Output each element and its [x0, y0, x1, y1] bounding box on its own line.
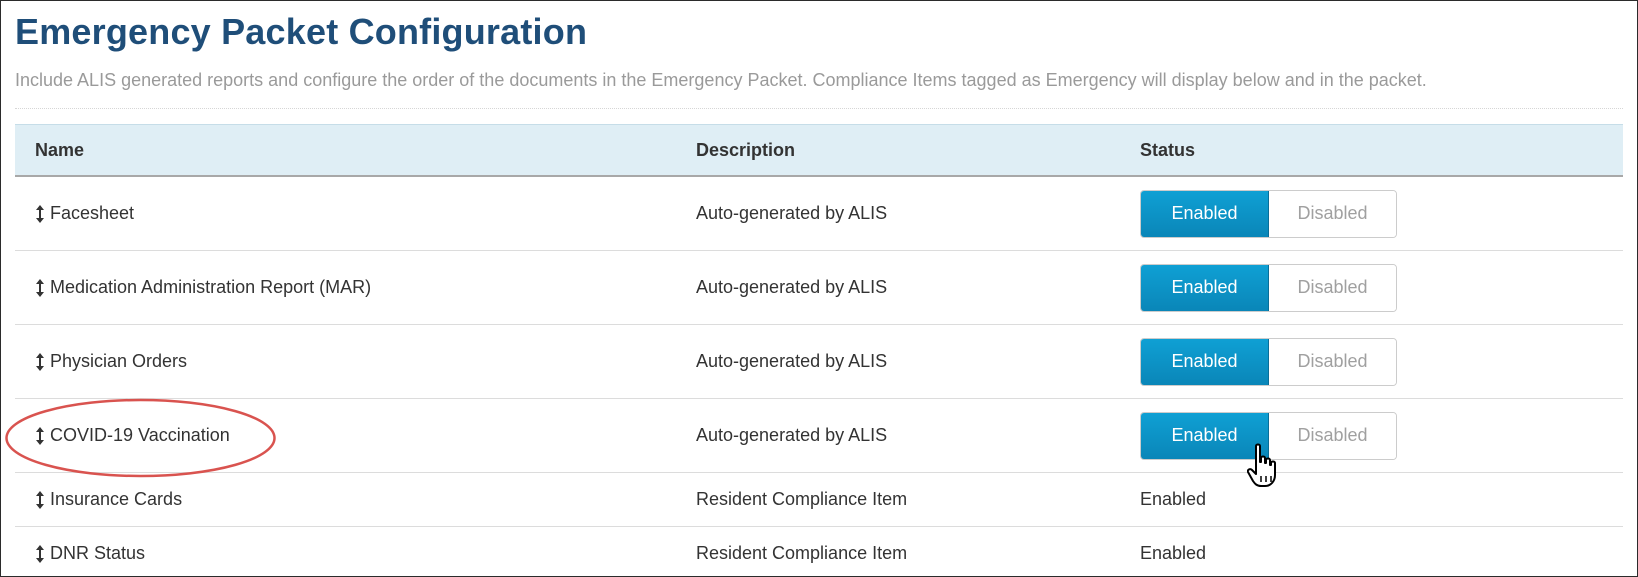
row-name-cell: COVID-19 Vaccination: [35, 399, 230, 472]
row-status-cell: Enabled Disabled: [1140, 399, 1397, 472]
row-status-cell: Enabled Disabled: [1140, 325, 1397, 398]
disabled-button[interactable]: Disabled: [1269, 190, 1396, 237]
table-row: Physician Orders Auto-generated by ALIS …: [15, 325, 1623, 399]
enabled-button[interactable]: Enabled: [1141, 412, 1269, 459]
row-name: Physician Orders: [50, 351, 188, 371]
row-description: Auto-generated by ALIS: [696, 203, 888, 223]
vertical-arrows-icon[interactable]: [35, 490, 45, 510]
table-row: COVID-19 Vaccination Auto-generated by A…: [15, 399, 1623, 473]
row-name: COVID-19 Vaccination: [50, 425, 230, 445]
disabled-button[interactable]: Disabled: [1269, 264, 1396, 311]
table-header: Name Description Status: [15, 124, 1623, 177]
page-subtitle: Include ALIS generated reports and confi…: [15, 70, 1427, 90]
row-status-cell: Enabled Disabled: [1140, 251, 1397, 324]
vertical-arrows-icon[interactable]: [35, 352, 45, 372]
disabled-button[interactable]: Disabled: [1269, 412, 1396, 459]
enabled-button[interactable]: Enabled: [1141, 264, 1269, 311]
status-toggle: Enabled Disabled: [1140, 189, 1397, 238]
row-name-cell: Facesheet: [35, 177, 134, 250]
row-name: DNR Status: [50, 543, 146, 563]
enabled-button[interactable]: Enabled: [1141, 338, 1269, 385]
table-row: Insurance Cards Resident Compliance Item…: [15, 473, 1623, 527]
vertical-arrows-icon[interactable]: [35, 204, 45, 224]
row-description: Resident Compliance Item: [696, 543, 908, 563]
row-description: Auto-generated by ALIS: [696, 425, 888, 445]
status-toggle: Enabled Disabled: [1140, 411, 1397, 460]
row-name-cell: Medication Administration Report (MAR): [35, 251, 371, 324]
status-toggle: Enabled Disabled: [1140, 337, 1397, 386]
table-row: DNR Status Resident Compliance Item Enab…: [15, 527, 1623, 576]
divider: [15, 108, 1623, 109]
row-name: Medication Administration Report (MAR): [50, 277, 372, 297]
table-row: Facesheet Auto-generated by ALIS Enabled…: [15, 177, 1623, 251]
column-header-name[interactable]: Name: [35, 125, 84, 176]
emergency-packet-table: Name Description Status Facesheet Auto-g…: [15, 124, 1623, 576]
vertical-arrows-icon[interactable]: [35, 544, 45, 564]
row-name-cell: Insurance Cards: [35, 473, 182, 526]
row-name-cell: DNR Status: [35, 527, 146, 576]
row-name: Insurance Cards: [50, 489, 183, 509]
table-row: Medication Administration Report (MAR) A…: [15, 251, 1623, 325]
disabled-button[interactable]: Disabled: [1269, 338, 1396, 385]
row-status-text: Enabled: [1140, 489, 1207, 509]
vertical-arrows-icon[interactable]: [35, 426, 45, 446]
row-description: Auto-generated by ALIS: [696, 277, 888, 297]
status-toggle: Enabled Disabled: [1140, 263, 1397, 312]
column-header-status[interactable]: Status: [1140, 125, 1195, 176]
row-description: Resident Compliance Item: [696, 489, 908, 509]
row-status-cell: Enabled Disabled: [1140, 177, 1397, 250]
enabled-button[interactable]: Enabled: [1141, 190, 1269, 237]
row-name: Facesheet: [50, 203, 135, 223]
column-header-description[interactable]: Description: [696, 125, 795, 176]
vertical-arrows-icon[interactable]: [35, 278, 45, 298]
emergency-packet-panel: Emergency Packet Configuration Include A…: [0, 0, 1638, 577]
page-title: Emergency Packet Configuration: [15, 11, 588, 52]
row-name-cell: Physician Orders: [35, 325, 187, 398]
row-status-text: Enabled: [1140, 543, 1207, 563]
row-description: Auto-generated by ALIS: [696, 351, 888, 371]
